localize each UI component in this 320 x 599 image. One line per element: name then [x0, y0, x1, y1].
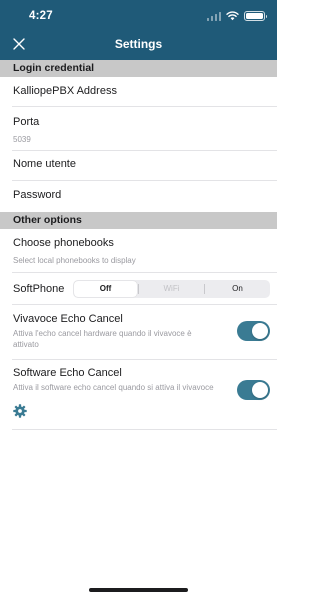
- section-header-other: Other options: [0, 212, 277, 229]
- battery-icon: [244, 11, 267, 21]
- port-row[interactable]: Porta 5039: [0, 107, 277, 151]
- phonebooks-label: Choose phonebooks: [13, 237, 114, 249]
- phonebooks-subtitle: Select local phonebooks to display: [13, 256, 136, 265]
- username-label: Nome utente: [13, 158, 76, 170]
- address-row[interactable]: KalliopePBX Address: [0, 77, 277, 107]
- phonebooks-row[interactable]: Choose phonebooks Select local phonebook…: [0, 229, 277, 273]
- softphone-label: SoftPhone: [13, 283, 65, 295]
- toggle-knob: [252, 382, 268, 398]
- status-icons: [206, 11, 267, 21]
- address-label: KalliopePBX Address: [13, 85, 117, 97]
- section-header-login: Login credential: [0, 60, 277, 77]
- signal-icon: [206, 11, 221, 21]
- username-row[interactable]: Nome utente: [0, 151, 277, 181]
- software-echo-row: Software Echo Cancel Attiva il software …: [0, 360, 277, 430]
- vivavoce-echo-label: Vivavoce Echo Cancel: [13, 313, 123, 325]
- software-echo-toggle[interactable]: [237, 380, 270, 400]
- password-label: Password: [13, 189, 62, 201]
- software-echo-subtitle: Attiva il software echo cancel quando si…: [13, 383, 214, 392]
- home-indicator: [89, 588, 188, 592]
- software-echo-label: Software Echo Cancel: [13, 367, 122, 379]
- wifi-icon: [226, 11, 239, 21]
- page-title: Settings: [114, 37, 163, 51]
- vivavoce-echo-row: Vivavoce Echo Cancel Attiva l'echo cance…: [0, 305, 277, 360]
- port-label: Porta: [13, 116, 40, 128]
- status-time: 4:27: [29, 10, 53, 22]
- gear-icon[interactable]: [13, 404, 27, 418]
- toggle-knob: [252, 323, 268, 339]
- softphone-option-off[interactable]: Off: [74, 281, 137, 297]
- softphone-segmented-control: Off WiFi On: [73, 280, 270, 298]
- port-value: 5039: [13, 135, 31, 144]
- password-row[interactable]: Password: [0, 181, 277, 211]
- vivavoce-echo-subtitle: Attiva l'echo cancel hardware quando il …: [13, 329, 192, 349]
- navigation-bar: 4:27 Settings: [0, 0, 277, 60]
- softphone-option-on[interactable]: On: [206, 281, 269, 297]
- vivavoce-echo-toggle[interactable]: [237, 321, 270, 341]
- softphone-option-wifi[interactable]: WiFi: [140, 281, 203, 297]
